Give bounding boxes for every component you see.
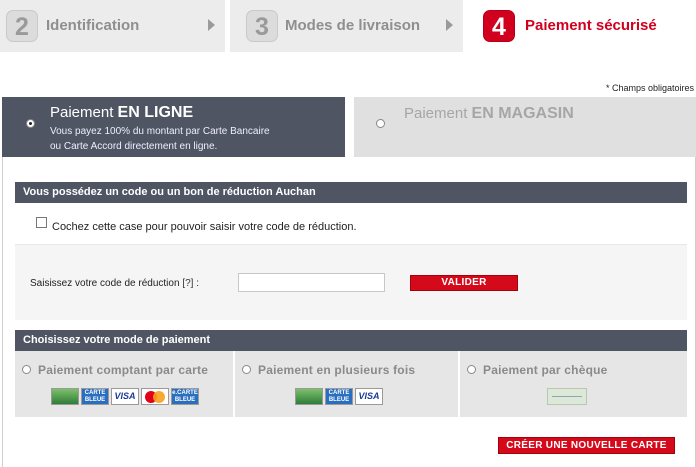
payment-mode-heading: Choisissez votre mode de paiement — [15, 330, 687, 351]
create-card-button[interactable]: CRÉER UNE NOUVELLE CARTE — [498, 437, 675, 454]
tab-title: Paiement EN LIGNE — [50, 104, 193, 122]
carte-bleue-icon: CARTE BLEUE — [81, 388, 109, 405]
step-number: 2 — [6, 10, 38, 42]
tab-payment-store[interactable]: Paiement EN MAGASIN — [354, 97, 696, 157]
option-label: Paiement comptant par carte — [38, 363, 209, 377]
visa-icon: VISA — [111, 388, 139, 405]
step-identification[interactable]: 2 Identification — [0, 0, 225, 52]
chevron-right-icon — [446, 19, 453, 31]
chevron-right-icon — [208, 19, 215, 31]
tab-title-prefix: Paiement — [50, 104, 114, 121]
step-label: Modes de livraison — [285, 17, 421, 34]
option-label: Paiement en plusieurs fois — [258, 363, 416, 377]
step-payment: 4 Paiement sécurisé — [468, 0, 696, 52]
option-radio[interactable] — [22, 365, 31, 374]
tab-title-strong: EN LIGNE — [117, 104, 194, 121]
desc-line: ou Carte Accord directement en ligne. — [50, 141, 218, 152]
carte-bleue-icon: CARTE BLEUE — [325, 388, 353, 405]
step-label: Identification — [46, 17, 140, 34]
discount-heading: Vous possédez un code ou un bon de réduc… — [15, 182, 687, 203]
payment-panel: Vous possédez un code ou un bon de réduc… — [2, 157, 696, 467]
cb-card-icon — [51, 388, 79, 405]
option-label: Paiement par chèque — [483, 363, 608, 377]
validate-button[interactable]: VALIDER — [410, 275, 518, 291]
required-fields-note: * Champs obligatoires — [605, 83, 694, 93]
step-delivery[interactable]: 3 Modes de livraison — [230, 0, 463, 52]
code-label-text: Saisissez votre code de réduction — [30, 278, 180, 289]
desc-line: Vous payez 100% du montant par Carte Ban… — [50, 126, 270, 137]
step-number: 4 — [483, 10, 515, 42]
mastercard-icon — [141, 388, 169, 405]
checkout-steps: 2 Identification 3 Modes de livraison 4 … — [0, 0, 696, 52]
store-radio[interactable] — [376, 119, 385, 128]
e-carte-bleue-icon: e.CARTE BLEUE — [171, 388, 199, 405]
help-link[interactable]: [?] — [182, 278, 193, 289]
option-radio[interactable] — [242, 365, 251, 374]
option-cheque[interactable]: Paiement par chèque — [460, 351, 687, 417]
visa-icon: VISA — [355, 388, 383, 405]
code-label: Saisissez votre code de réduction [?] : — [30, 278, 199, 289]
tab-title-strong: EN MAGASIN — [471, 105, 574, 122]
tab-title: Paiement EN MAGASIN — [404, 105, 574, 123]
tab-payment-online[interactable]: Paiement EN LIGNE Vous payez 100% du mon… — [2, 97, 345, 157]
discount-checkbox-label: Cochez cette case pour pouvoir saisir vo… — [52, 221, 357, 233]
step-number: 3 — [246, 10, 278, 42]
cheque-icon — [547, 388, 587, 405]
online-radio[interactable] — [26, 119, 35, 128]
cb-card-icon — [295, 388, 323, 405]
discount-code-zone: Saisissez votre code de réduction [?] : … — [15, 244, 687, 320]
code-label-colon: : — [196, 278, 199, 289]
option-installments[interactable]: Paiement en plusieurs fois CARTE BLEUE VI… — [235, 351, 458, 417]
tab-title-prefix: Paiement — [404, 105, 468, 122]
tab-description: Vous payez 100% du montant par Carte Ban… — [50, 124, 270, 154]
option-radio[interactable] — [467, 365, 476, 374]
discount-checkbox[interactable] — [36, 217, 47, 228]
step-label: Paiement sécurisé — [525, 17, 657, 34]
option-card-cash[interactable]: Paiement comptant par carte CARTE BLEUE V… — [15, 351, 233, 417]
discount-code-input[interactable] — [238, 273, 385, 292]
